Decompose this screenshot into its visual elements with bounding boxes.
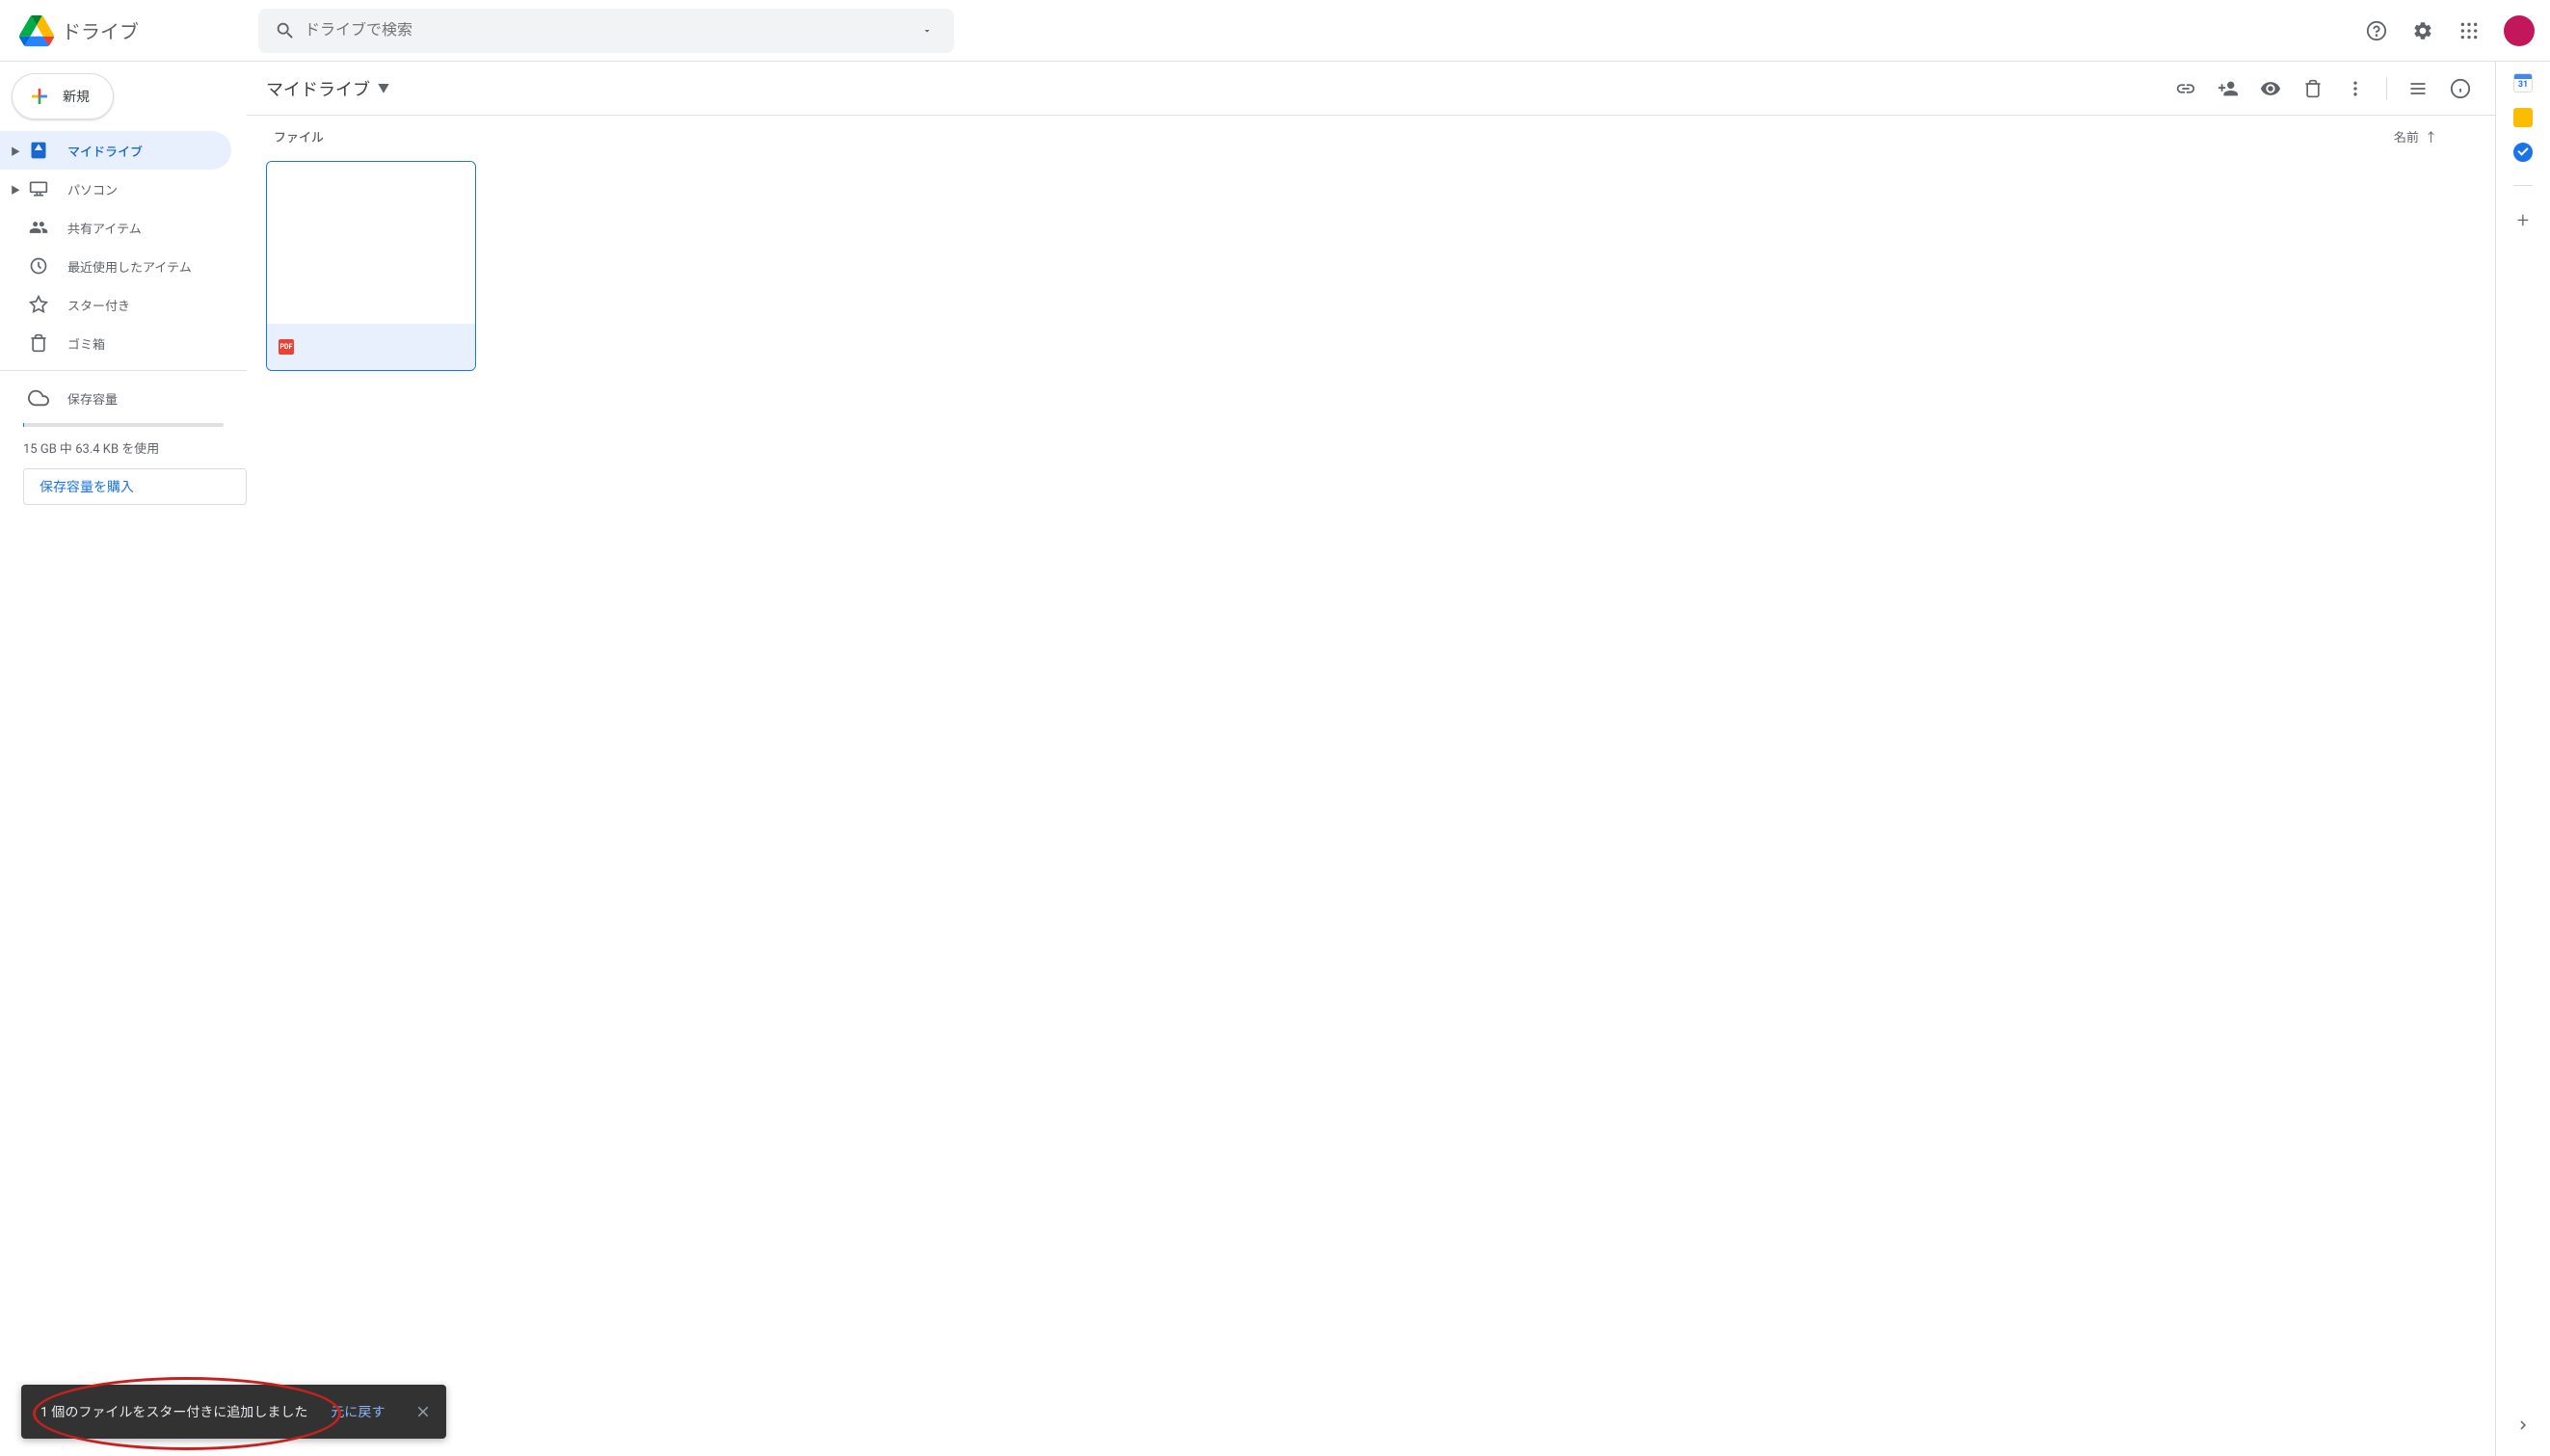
keep-app-icon[interactable] <box>2513 108 2533 127</box>
body: 新規 ▶ マイドライブ ▶ パソコン <box>0 62 2550 1456</box>
caret-down-icon: ▼ <box>378 80 389 96</box>
header: ドライブ <box>0 0 2550 62</box>
add-app-icon[interactable]: + <box>2517 209 2529 233</box>
pdf-icon: PDF <box>279 339 294 355</box>
nav-label: マイドライブ <box>67 142 143 160</box>
undo-button[interactable]: 元に戻す <box>323 1402 392 1421</box>
breadcrumb[interactable]: マイドライブ ▼ <box>266 76 389 101</box>
nav-my-drive[interactable]: ▶ マイドライブ <box>0 131 231 170</box>
nav-storage: 保存容量 <box>0 379 247 417</box>
nav-separator <box>0 370 247 371</box>
nav-computers[interactable]: ▶ パソコン <box>0 170 231 208</box>
preview-icon[interactable] <box>2251 69 2290 108</box>
account-avatar[interactable] <box>2504 15 2535 46</box>
more-actions-icon[interactable] <box>2336 69 2375 108</box>
search-bar[interactable] <box>258 9 954 53</box>
storage-bar <box>23 423 224 427</box>
app-name: ドライブ <box>62 16 139 44</box>
divider <box>2386 77 2387 100</box>
sort-label: 名前 <box>2394 127 2419 146</box>
search-input[interactable] <box>305 22 908 40</box>
expand-caret-icon[interactable]: ▶ <box>8 182 23 197</box>
shared-icon <box>27 216 50 239</box>
breadcrumb-label: マイドライブ <box>266 76 370 101</box>
side-rail: 31 + <box>2496 62 2550 1456</box>
expand-caret-icon[interactable]: ▶ <box>8 144 23 158</box>
list-view-icon[interactable] <box>2399 69 2437 108</box>
close-icon[interactable] <box>408 1396 438 1427</box>
nav-label: スター付き <box>67 296 130 314</box>
nav-storage-item[interactable]: 保存容量 <box>0 379 231 417</box>
rail-separator <box>2513 185 2533 186</box>
sort-button[interactable]: 名前 ↑ <box>2394 127 2476 146</box>
my-drive-icon <box>27 139 50 162</box>
main: マイドライブ ▼ <box>247 62 2496 1456</box>
header-right <box>2350 12 2542 50</box>
file-footer: PDF <box>267 324 475 370</box>
file-preview <box>267 162 475 324</box>
collapse-rail-icon[interactable] <box>2504 1406 2542 1444</box>
trash-icon <box>27 331 50 355</box>
calendar-app-icon[interactable]: 31 <box>2513 73 2533 93</box>
nav-trash[interactable]: ゴミ箱 <box>0 324 231 362</box>
nav-label: 共有アイテム <box>67 219 142 237</box>
help-icon[interactable] <box>2357 12 2396 50</box>
drive-logo-icon <box>19 13 54 48</box>
buy-storage-button[interactable]: 保存容量を購入 <box>23 468 247 505</box>
sidebar: 新規 ▶ マイドライブ ▶ パソコン <box>0 62 247 1456</box>
file-card[interactable]: PDF <box>266 161 476 371</box>
main-header: マイドライブ ▼ <box>247 62 2495 116</box>
logo[interactable]: ドライブ <box>12 13 258 48</box>
search-wrap <box>258 9 2350 53</box>
nav-list: ▶ マイドライブ ▶ パソコン 共有アイテム <box>0 131 247 362</box>
nav-label: ゴミ箱 <box>67 334 105 353</box>
arrow-up-icon: ↑ <box>2425 127 2437 146</box>
computers-icon <box>27 177 50 200</box>
search-options-caret-icon[interactable] <box>908 25 946 37</box>
delete-icon[interactable] <box>2294 69 2332 108</box>
nav-recent[interactable]: 最近使用したアイテム <box>0 247 231 285</box>
share-icon[interactable] <box>2209 69 2247 108</box>
section-label: ファイル <box>274 127 324 146</box>
recent-icon <box>27 254 50 278</box>
cloud-icon <box>27 386 50 410</box>
new-button[interactable]: 新規 <box>12 73 114 119</box>
toast-message: 1 個のファイルをスター付きに追加しました <box>40 1402 307 1421</box>
nav-shared[interactable]: 共有アイテム <box>0 208 231 247</box>
star-icon <box>27 293 50 316</box>
files-grid: PDF <box>247 153 2495 379</box>
storage-text: 15 GB 中 63.4 KB を使用 <box>0 427 247 468</box>
tasks-app-icon[interactable] <box>2513 143 2533 162</box>
nav-starred[interactable]: スター付き <box>0 285 231 324</box>
nav-label: 最近使用したアイテム <box>67 257 192 276</box>
new-button-label: 新規 <box>63 87 90 106</box>
toast: 1 個のファイルをスター付きに追加しました 元に戻す <box>21 1385 446 1439</box>
storage-label: 保存容量 <box>67 389 118 408</box>
list-header: ファイル 名前 ↑ <box>247 116 2495 153</box>
main-actions <box>2166 69 2480 108</box>
apps-grid-icon[interactable] <box>2450 12 2488 50</box>
settings-gear-icon[interactable] <box>2404 12 2442 50</box>
search-icon <box>266 12 305 50</box>
nav-label: パソコン <box>67 180 118 199</box>
plus-icon <box>28 85 51 108</box>
get-link-icon[interactable] <box>2166 69 2205 108</box>
info-icon[interactable] <box>2441 69 2480 108</box>
